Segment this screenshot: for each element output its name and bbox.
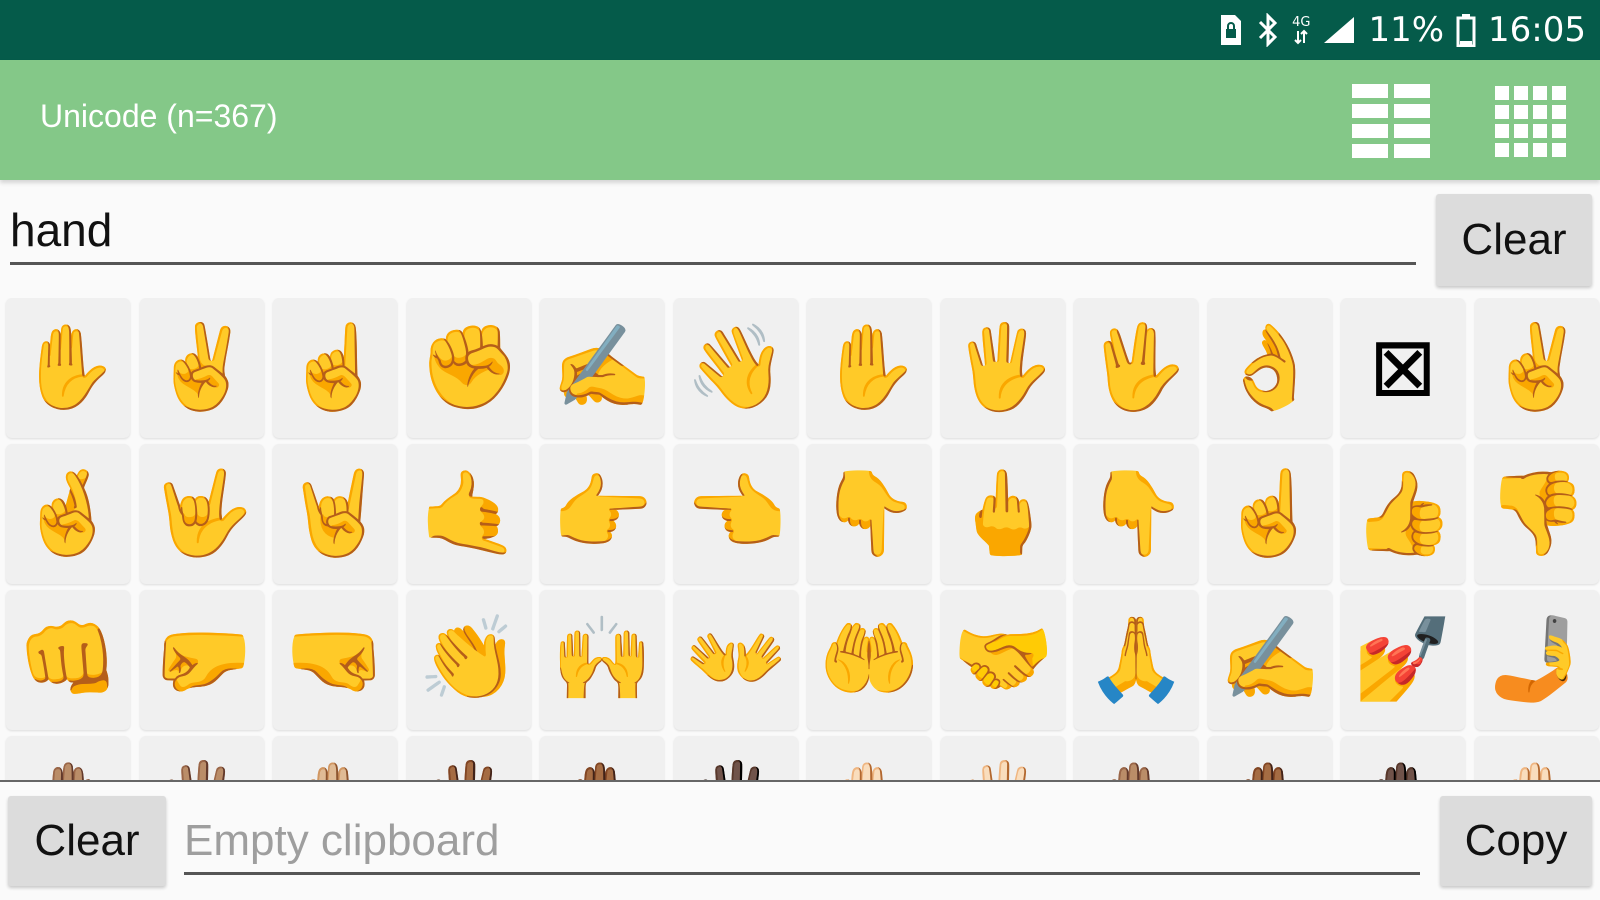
emoji-cell[interactable]: ✋🏿 bbox=[1341, 736, 1465, 780]
app-bar: Unicode (n=367) bbox=[0, 60, 1600, 180]
network-4g-icon: 4G bbox=[1292, 16, 1310, 45]
app-title: Unicode (n=367) bbox=[40, 98, 278, 134]
search-row: Clear bbox=[0, 184, 1600, 294]
search-clear-button[interactable]: Clear bbox=[1436, 194, 1592, 286]
emoji-cell[interactable]: 🤟 bbox=[140, 444, 264, 584]
emoji-cell[interactable]: 🙌 bbox=[540, 590, 664, 730]
emoji-cell[interactable]: 🤜 bbox=[273, 590, 397, 730]
emoji-cell[interactable]: ✋🏻 bbox=[807, 736, 931, 780]
emoji-cell[interactable]: 👈 bbox=[674, 444, 798, 584]
status-bar: 4G 11% 16:05 bbox=[0, 0, 1600, 60]
search-input[interactable] bbox=[10, 198, 1416, 265]
sim-lock-icon bbox=[1218, 13, 1244, 47]
emoji-cell[interactable]: 💅 bbox=[1341, 590, 1465, 730]
emoji-cell[interactable]: 🤳 bbox=[1475, 590, 1599, 730]
emoji-cell[interactable]: 🖕 bbox=[941, 444, 1065, 584]
emoji-cell[interactable]: ✌️ bbox=[140, 298, 264, 438]
emoji-cell[interactable]: 👋 bbox=[674, 298, 798, 438]
copy-button[interactable]: Copy bbox=[1440, 796, 1592, 886]
bluetooth-icon bbox=[1256, 13, 1280, 47]
status-icons: 4G 11% 16:05 bbox=[1218, 8, 1586, 52]
emoji-cell[interactable]: 🖐🏾 bbox=[407, 736, 531, 780]
emoji-cell[interactable]: 🖐🏿 bbox=[674, 736, 798, 780]
emoji-cell[interactable]: ✋ bbox=[6, 298, 130, 438]
emoji-cell[interactable]: 👐 bbox=[674, 590, 798, 730]
emoji-cell[interactable]: ✋🏼 bbox=[273, 736, 397, 780]
emoji-cell[interactable]: 👇 bbox=[1074, 444, 1198, 584]
emoji-cell[interactable]: ✋🏽 bbox=[1074, 736, 1198, 780]
emoji-cell[interactable]: ✋ bbox=[807, 298, 931, 438]
emoji-cell[interactable]: 🖐🏽 bbox=[140, 736, 264, 780]
battery-percent: 11% bbox=[1368, 10, 1445, 50]
list-grid-icon bbox=[1352, 84, 1430, 158]
emoji-cell[interactable]: 🖐️ bbox=[941, 298, 1065, 438]
emoji-cell[interactable]: 👌 bbox=[1208, 298, 1332, 438]
emoji-grid: ✋ ✌️ ☝️ ✊ ✍️ 👋 ✋ 🖐️ 🖖 👌 ⊠ ✌️ 🤞 🤟 🤘 🤙 👉 👈 👇 🖕 👇 ☝️ 👍 👎 👊 🤛 🤜 👏 🙌 👐 🤲 🤝 🙏 ✍… bbox=[0, 298, 1600, 780]
emoji-cell[interactable]: ✌️ bbox=[1475, 298, 1599, 438]
emoji-cell[interactable]: ✋🏾 bbox=[1208, 736, 1332, 780]
emoji-cell[interactable]: ✊ bbox=[407, 298, 531, 438]
emoji-cell[interactable]: 🤞 bbox=[6, 444, 130, 584]
signal-icon bbox=[1322, 15, 1356, 45]
clipboard-row: Clear Copy bbox=[0, 782, 1600, 900]
clipboard-input[interactable] bbox=[184, 810, 1420, 875]
dense-grid-icon bbox=[1494, 85, 1566, 157]
list-view-button[interactable] bbox=[1348, 78, 1434, 164]
emoji-cell[interactable]: ☝️ bbox=[1208, 444, 1332, 584]
emoji-cell[interactable]: 🤙 bbox=[407, 444, 531, 584]
emoji-cell[interactable]: 🖐🏻 bbox=[941, 736, 1065, 780]
grid-view-button[interactable] bbox=[1487, 78, 1573, 164]
emoji-cell[interactable]: ☝️ bbox=[273, 298, 397, 438]
emoji-cell[interactable]: ⊠ bbox=[1341, 298, 1465, 438]
status-time: 16:05 bbox=[1488, 10, 1586, 50]
emoji-cell[interactable]: 👊 bbox=[6, 590, 130, 730]
emoji-cell[interactable]: 👇 bbox=[807, 444, 931, 584]
emoji-cell[interactable]: 🤚🏽 bbox=[6, 736, 130, 780]
emoji-cell[interactable]: 🙏 bbox=[1074, 590, 1198, 730]
emoji-cell[interactable]: 👉 bbox=[540, 444, 664, 584]
emoji-cell[interactable]: ✋🏾 bbox=[540, 736, 664, 780]
clipboard-clear-button[interactable]: Clear bbox=[8, 796, 166, 886]
emoji-cell[interactable]: ✍️ bbox=[1208, 590, 1332, 730]
emoji-cell[interactable]: 🤲 bbox=[807, 590, 931, 730]
emoji-cell[interactable]: ✋🏻 bbox=[1475, 736, 1599, 780]
emoji-cell[interactable]: ✍️ bbox=[540, 298, 664, 438]
emoji-cell[interactable]: 🤘 bbox=[273, 444, 397, 584]
emoji-cell[interactable]: 👎 bbox=[1475, 444, 1599, 584]
emoji-cell[interactable]: 🖖 bbox=[1074, 298, 1198, 438]
battery-icon bbox=[1456, 13, 1476, 47]
emoji-cell[interactable]: 👏 bbox=[407, 590, 531, 730]
emoji-cell[interactable]: 🤝 bbox=[941, 590, 1065, 730]
emoji-cell[interactable]: 👍 bbox=[1341, 444, 1465, 584]
emoji-cell[interactable]: 🤛 bbox=[140, 590, 264, 730]
network-label: 4G bbox=[1292, 14, 1311, 30]
